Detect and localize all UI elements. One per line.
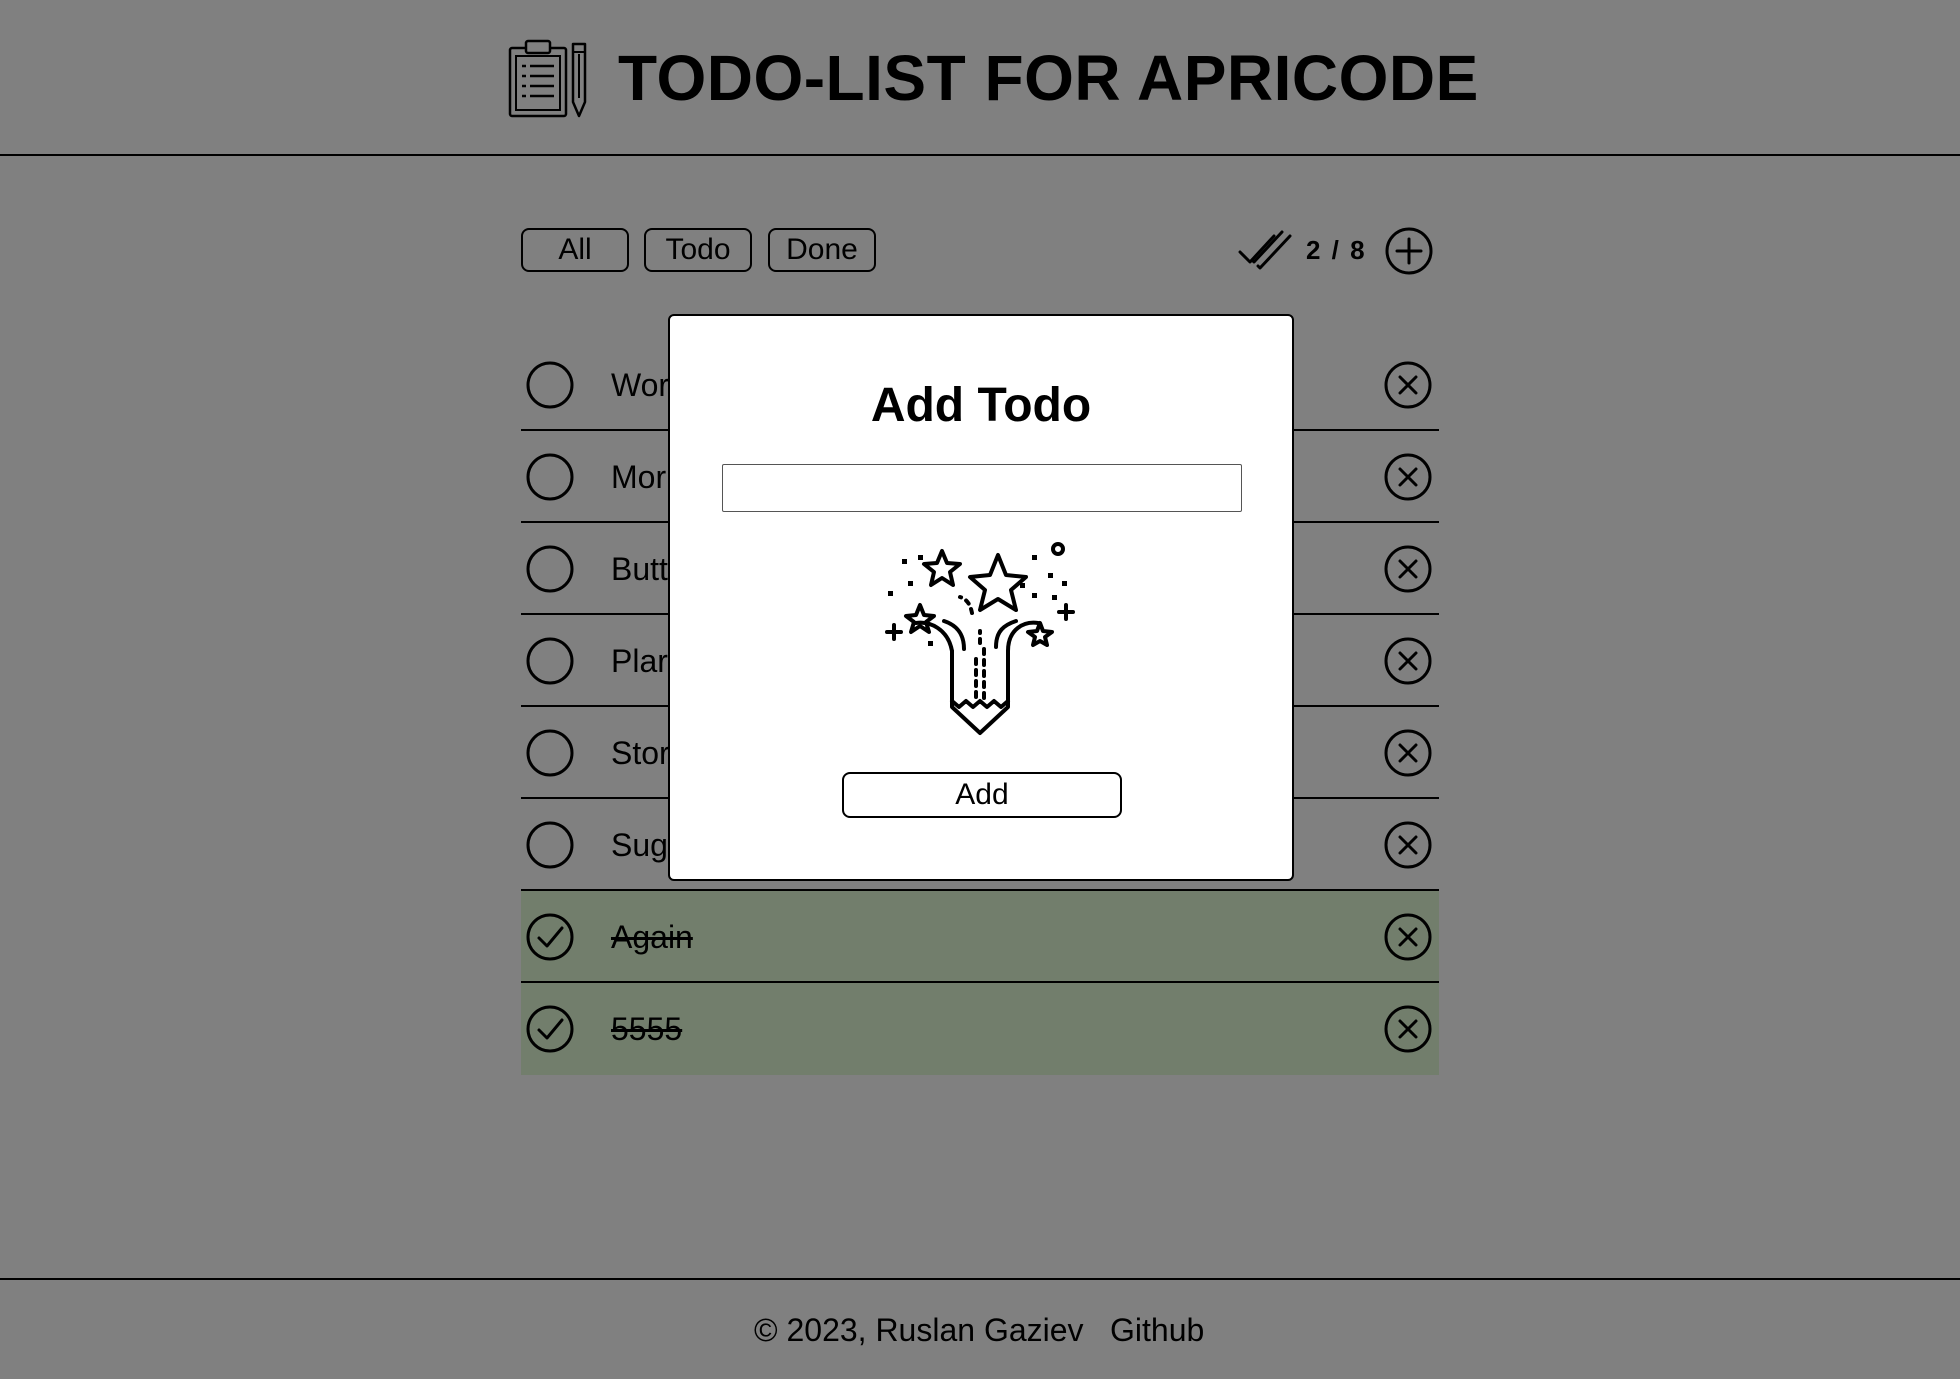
todo-text: Stor <box>611 735 670 771</box>
delete-x-icon[interactable] <box>1383 360 1433 410</box>
delete-x-icon[interactable] <box>1383 820 1433 870</box>
check-circle-icon[interactable] <box>525 1004 575 1054</box>
todo-text: Butt <box>611 551 668 587</box>
copyright-text: © 2023, Ruslan Gaziev <box>754 1312 1084 1348</box>
circle-checkbox-icon[interactable] <box>525 636 575 686</box>
filter-todo-button[interactable]: Todo <box>644 228 752 272</box>
todo-text-input[interactable] <box>722 464 1242 512</box>
circle-checkbox-icon[interactable] <box>525 728 575 778</box>
delete-x-icon[interactable] <box>1383 452 1433 502</box>
add-todo-modal: Add Todo Add <box>668 314 1294 881</box>
clipboard-pencil-icon <box>508 39 587 118</box>
double-check-icon <box>1238 230 1292 270</box>
add-button[interactable]: Add <box>842 772 1122 818</box>
delete-x-icon[interactable] <box>1383 544 1433 594</box>
todo-text: Mor <box>611 459 667 495</box>
todo-text: Sug <box>611 827 668 863</box>
delete-x-icon[interactable] <box>1383 728 1433 778</box>
delete-x-icon[interactable] <box>1383 636 1433 686</box>
pencil-fireworks-icon <box>885 542 1075 735</box>
modal-title: Add Todo <box>870 379 1092 432</box>
todo-counter: 2 / 8 <box>1306 235 1367 265</box>
circle-checkbox-icon[interactable] <box>525 820 575 870</box>
plus-circle-icon[interactable] <box>1384 226 1434 276</box>
todo-text: Plar <box>611 643 668 679</box>
todo-text: Again <box>611 919 693 955</box>
delete-x-icon[interactable] <box>1383 1004 1433 1054</box>
app-header: TODO-LIST FOR APRICODE <box>0 0 1960 156</box>
github-link[interactable]: Github <box>1110 1310 1204 1350</box>
check-circle-icon[interactable] <box>525 912 575 962</box>
circle-checkbox-icon[interactable] <box>525 360 575 410</box>
filter-all-button[interactable]: All <box>521 228 629 272</box>
circle-checkbox-icon[interactable] <box>525 544 575 594</box>
filter-done-button[interactable]: Done <box>768 228 876 272</box>
todo-text: Wor <box>611 367 670 403</box>
circle-checkbox-icon[interactable] <box>525 452 575 502</box>
todo-row-done: Again <box>521 891 1439 983</box>
todo-row-done: 5555 <box>521 983 1439 1075</box>
delete-x-icon[interactable] <box>1383 912 1433 962</box>
todo-text: 5555 <box>611 1011 683 1047</box>
app-title: TODO-LIST FOR APRICODE <box>618 42 1479 114</box>
app-footer: © 2023, Ruslan Gaziev Github <box>0 1278 1960 1379</box>
